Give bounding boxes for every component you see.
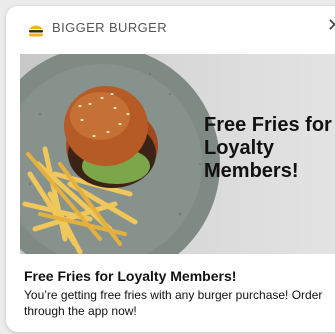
notification-body: You’re getting free fries with any burge… [24,288,323,318]
burger-icon [27,21,45,39]
promo-headline: Free Fries for Loyalty Members! [204,114,332,182]
notification-header: BIGGER BURGER ✕ [6,6,335,50]
close-icon[interactable]: ✕ [327,16,335,34]
notification-card[interactable]: BIGGER BURGER ✕ Free Fries for Loyalty M… [6,6,335,332]
promo-image: Free Fries for Loyalty Members! [20,54,335,254]
notification-title: Free Fries for Loyalty Members! [24,268,237,284]
app-name: BIGGER BURGER [52,20,167,35]
